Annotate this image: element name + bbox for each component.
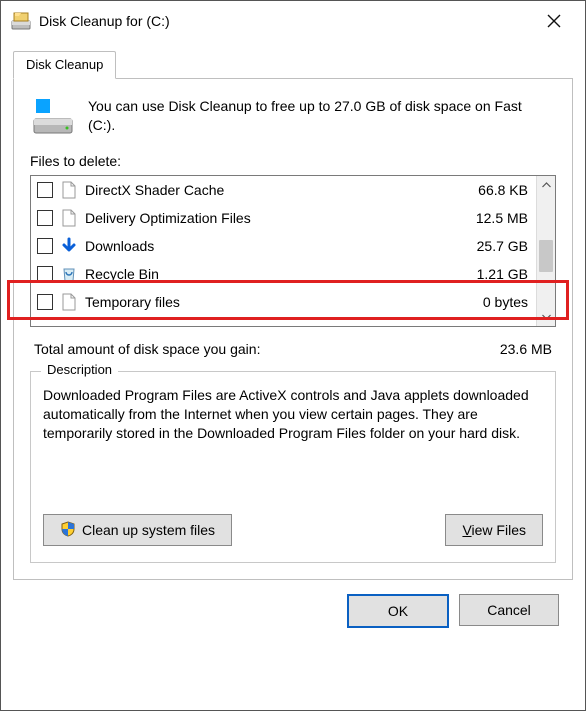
ok-label: OK (388, 603, 408, 619)
file-name: DirectX Shader Cache (85, 182, 442, 198)
cancel-label: Cancel (487, 602, 531, 618)
scroll-down-button[interactable] (537, 308, 555, 326)
clean-system-files-label: Clean up system files (82, 522, 215, 538)
file-size: 0 bytes (448, 294, 528, 310)
list-item[interactable]: DirectX Shader Cache 66.8 KB (31, 176, 536, 204)
file-name: Recycle Bin (85, 266, 442, 282)
scroll-track[interactable] (537, 194, 555, 308)
list-item[interactable]: Recycle Bin 1.21 GB (31, 260, 536, 288)
file-name: Delivery Optimization Files (85, 210, 442, 226)
files-listbox[interactable]: DirectX Shader Cache 66.8 KB Delivery Op… (30, 175, 556, 327)
intro-text: You can use Disk Cleanup to free up to 2… (88, 97, 552, 137)
chevron-up-icon (542, 182, 551, 188)
file-name: Temporary files (85, 294, 442, 310)
cancel-button[interactable]: Cancel (459, 594, 559, 626)
drive-icon (32, 97, 74, 137)
description-group: Description Downloaded Program Files are… (30, 371, 556, 563)
list-item[interactable]: Delivery Optimization Files 12.5 MB (31, 204, 536, 232)
tab-disk-cleanup[interactable]: Disk Cleanup (13, 51, 116, 79)
chevron-down-icon (542, 314, 551, 320)
scroll-up-button[interactable] (537, 176, 555, 194)
dialog-footer: OK Cancel (13, 580, 573, 628)
checkbox[interactable] (37, 182, 53, 198)
description-title: Description (41, 362, 118, 377)
disk-cleanup-dialog: Disk Cleanup for (C:) Disk Cleanup (0, 0, 586, 711)
view-files-label: View Files (462, 522, 526, 538)
file-name: Downloads (85, 238, 442, 254)
scroll-thumb[interactable] (539, 240, 553, 272)
shield-icon (60, 521, 76, 540)
download-arrow-icon (59, 237, 79, 255)
list-scrollbar[interactable] (536, 176, 555, 326)
titlebar: Disk Cleanup for (C:) (1, 1, 585, 41)
file-size: 1.21 GB (448, 266, 528, 282)
view-files-button[interactable]: View Files (445, 514, 543, 546)
checkbox[interactable] (37, 266, 53, 282)
recycle-bin-icon (59, 265, 79, 283)
close-icon (547, 14, 561, 28)
tab-page-disk-cleanup: You can use Disk Cleanup to free up to 2… (13, 79, 573, 580)
page-icon (59, 181, 79, 199)
file-size: 25.7 GB (448, 238, 528, 254)
checkbox[interactable] (37, 294, 53, 310)
total-row: Total amount of disk space you gain: 23.… (30, 341, 556, 357)
description-body: Downloaded Program Files are ActiveX con… (43, 386, 543, 486)
checkbox[interactable] (37, 238, 53, 254)
close-button[interactable] (531, 2, 577, 40)
files-to-delete-label: Files to delete: (30, 153, 556, 169)
file-size: 66.8 KB (448, 182, 528, 198)
checkbox[interactable] (37, 210, 53, 226)
total-label: Total amount of disk space you gain: (34, 341, 260, 357)
list-item[interactable]: Temporary files 0 bytes (31, 288, 536, 316)
files-list-inner: DirectX Shader Cache 66.8 KB Delivery Op… (31, 176, 536, 326)
file-size: 12.5 MB (448, 210, 528, 226)
tab-strip: Disk Cleanup (13, 51, 573, 79)
window-title: Disk Cleanup for (C:) (39, 13, 531, 29)
page-icon (59, 209, 79, 227)
page-icon (59, 293, 79, 311)
client-area: Disk Cleanup You can use Disk Cleanup to… (1, 41, 585, 710)
intro-row: You can use Disk Cleanup to free up to 2… (30, 93, 556, 141)
total-value: 23.6 MB (500, 341, 552, 357)
ok-button[interactable]: OK (347, 594, 449, 628)
list-item[interactable]: Downloads 25.7 GB (31, 232, 536, 260)
clean-system-files-button[interactable]: Clean up system files (43, 514, 232, 546)
app-icon (11, 11, 31, 31)
